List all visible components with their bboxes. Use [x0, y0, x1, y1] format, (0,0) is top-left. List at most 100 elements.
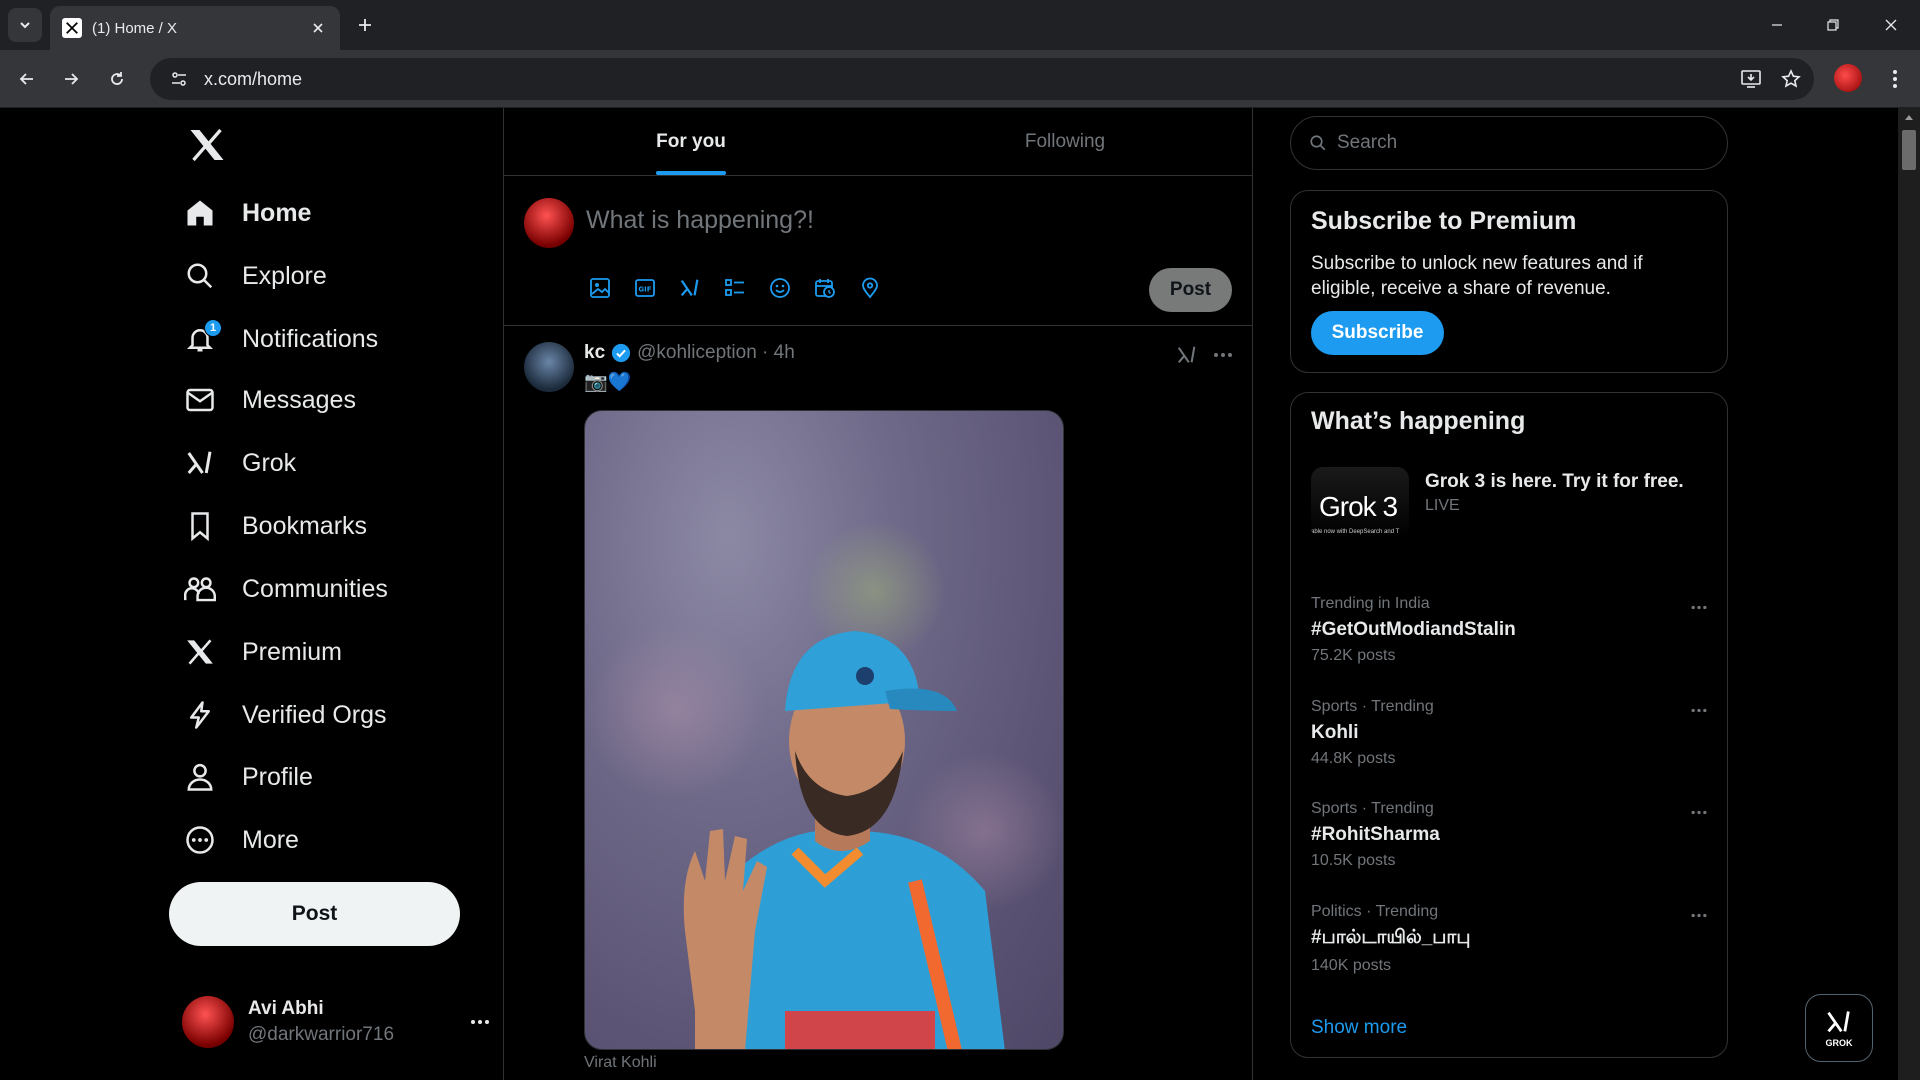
tab-close-icon[interactable] — [308, 18, 328, 38]
more-dots-icon[interactable] — [1687, 903, 1711, 927]
nav-premium[interactable]: Premium — [182, 624, 342, 680]
emoji-icon[interactable] — [766, 274, 794, 302]
more-dots-icon[interactable] — [1687, 800, 1711, 824]
active-tab-indicator — [656, 171, 726, 175]
image-icon[interactable] — [586, 274, 614, 302]
grok-thumbnail: Grok 3 able now with DeepSearch and T — [1311, 467, 1409, 539]
grok-floating-button[interactable]: GROK — [1805, 994, 1873, 1062]
dot-separator: · — [756, 342, 774, 363]
tweet-photo[interactable] — [584, 410, 1064, 1050]
grok-thumb-text: Grok 3 — [1319, 491, 1398, 522]
trend-item[interactable]: Politics · Trending #பால்டாயில்_பாபு 140… — [1311, 903, 1711, 993]
account-switcher[interactable]: Avi Abhi @darkwarrior716 — [182, 990, 492, 1054]
restore-button[interactable] — [1818, 10, 1848, 40]
bookmark-star-icon[interactable] — [1774, 62, 1808, 96]
svg-text:GIF: GIF — [638, 286, 651, 294]
x-favicon-icon — [62, 18, 82, 38]
x-logo-icon[interactable] — [182, 120, 232, 170]
trend-name: #RohitSharma — [1311, 824, 1440, 845]
verified-badge-icon — [612, 343, 631, 363]
trend-category: Politics · Trending — [1311, 903, 1439, 920]
nav-verified-orgs[interactable]: Verified Orgs — [182, 687, 387, 743]
forward-button[interactable] — [56, 64, 86, 94]
nav-communities[interactable]: Communities — [182, 561, 388, 617]
x-logo-icon — [182, 634, 218, 670]
schedule-icon[interactable] — [811, 274, 839, 302]
tweet-handle[interactable]: @kohliception — [637, 342, 757, 364]
plus-icon — [359, 19, 371, 31]
nav-profile[interactable]: Profile — [182, 749, 313, 805]
more-dots-icon[interactable] — [468, 1010, 492, 1034]
compose-post-label: Post — [1169, 279, 1212, 300]
more-dots-icon[interactable] — [1687, 595, 1711, 619]
right-sidebar: Search Subscribe to Premium Subscribe to… — [1290, 108, 1730, 1080]
poll-icon[interactable] — [721, 274, 749, 302]
avatar — [182, 996, 234, 1048]
tab-for-you[interactable]: For you — [504, 108, 878, 175]
reload-button[interactable] — [102, 64, 132, 94]
browser-profile-avatar[interactable] — [1834, 64, 1862, 92]
nav-label: Verified Orgs — [242, 700, 387, 729]
tab-search-button[interactable] — [8, 8, 42, 42]
more-dots-icon[interactable] — [1210, 342, 1236, 368]
x-page: Home Explore 1 Notifications Messages Gr… — [0, 108, 1920, 1080]
close-window-button[interactable] — [1876, 10, 1906, 40]
tab-following[interactable]: Following — [878, 108, 1252, 175]
grok-fab-label: GROK — [1825, 1038, 1853, 1048]
address-bar[interactable]: x.com/home — [150, 58, 1814, 100]
nav-more[interactable]: More — [182, 812, 299, 868]
nav-messages[interactable]: Messages — [182, 372, 356, 428]
more-dots-icon[interactable] — [1687, 698, 1711, 722]
trend-name: #பால்டாயில்_பாபு — [1311, 927, 1471, 948]
nav-notifications[interactable]: 1 Notifications — [182, 311, 378, 367]
restore-icon — [1827, 19, 1839, 31]
trend-item[interactable]: Sports · Trending #RohitSharma 10.5K pos… — [1311, 800, 1711, 890]
gif-icon[interactable]: GIF — [631, 274, 659, 302]
tweet-header: kc @kohliception · 4h — [584, 342, 795, 364]
search-input[interactable]: Search — [1290, 116, 1728, 170]
site-info-icon[interactable] — [162, 62, 196, 96]
back-button[interactable] — [12, 64, 42, 94]
photo-caption: Virat Kohli — [584, 1054, 657, 1071]
scrollbar-thumb[interactable] — [1902, 130, 1916, 170]
nav-grok[interactable]: Grok — [182, 435, 296, 491]
grok-icon[interactable] — [676, 274, 704, 302]
tweet-author-name[interactable]: kc — [584, 342, 605, 364]
grok-promo[interactable]: Grok 3 able now with DeepSearch and T Gr… — [1311, 467, 1711, 547]
main-feed: For you Following What is happening?! GI… — [503, 108, 1253, 1080]
install-app-icon[interactable] — [1734, 62, 1768, 96]
people-icon — [182, 571, 218, 607]
whats-happening-card: What’s happening Grok 3 able now with De… — [1290, 392, 1728, 1058]
avatar[interactable] — [524, 342, 574, 392]
trend-name: Kohli — [1311, 722, 1359, 743]
tab-label: For you — [656, 130, 726, 152]
nav-bookmarks[interactable]: Bookmarks — [182, 498, 367, 554]
minimize-button[interactable] — [1762, 10, 1792, 40]
nav-label: Premium — [242, 637, 343, 666]
subscribe-button[interactable]: Subscribe — [1311, 311, 1444, 355]
browser-menu-button[interactable] — [1880, 64, 1910, 94]
nav-label: Profile — [242, 762, 313, 791]
show-more-link[interactable]: Show more — [1311, 1017, 1407, 1039]
tweet[interactable]: kc @kohliception · 4h 📷💙 Virat Kohli — [504, 326, 1252, 1080]
new-tab-button[interactable] — [352, 12, 378, 38]
grok-icon — [1827, 1011, 1850, 1033]
location-icon[interactable] — [856, 274, 884, 302]
browser-tab[interactable]: (1) Home / X — [50, 6, 340, 50]
tweet-time[interactable]: 4h — [774, 342, 795, 364]
post-button[interactable]: Post — [169, 882, 460, 946]
nav-explore[interactable]: Explore — [182, 248, 327, 304]
grok-icon[interactable] — [1174, 342, 1200, 368]
composer-toolbar: GIF — [586, 274, 901, 302]
tab-title: (1) Home / X — [92, 19, 178, 37]
compose-input[interactable]: What is happening?! — [586, 206, 814, 235]
nav-home[interactable]: Home — [182, 185, 311, 241]
trend-item[interactable]: Trending in India #GetOutModiandStalin 7… — [1311, 595, 1711, 685]
trend-count: 44.8K posts — [1311, 750, 1396, 767]
browser-toolbar: x.com/home — [0, 50, 1920, 108]
account-handle: @darkwarrior716 — [248, 1024, 395, 1045]
trend-item[interactable]: Sports · Trending Kohli 44.8K posts — [1311, 698, 1711, 788]
page-scrollbar[interactable] — [1898, 108, 1920, 1080]
compose-post-button[interactable]: Post — [1149, 268, 1232, 312]
premium-title: Subscribe to Premium — [1311, 207, 1577, 235]
